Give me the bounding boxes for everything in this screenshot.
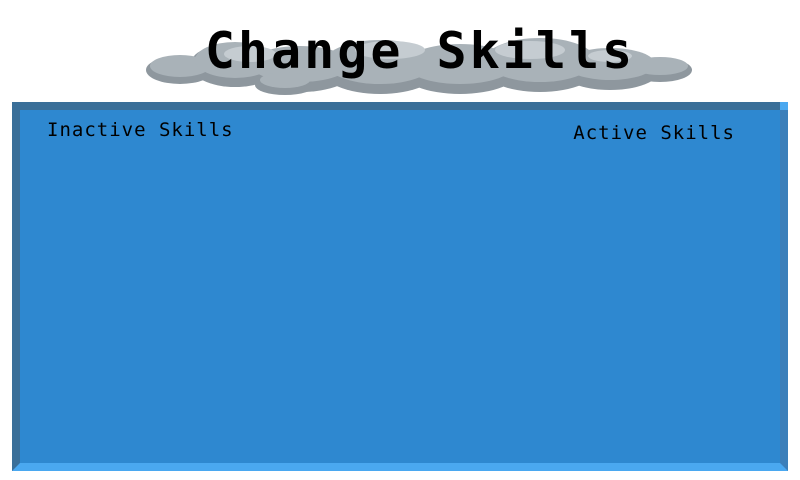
screen-title: Change Skills: [204, 22, 636, 80]
panel-corner: [780, 102, 788, 110]
active-skills-heading: Active Skills: [573, 122, 735, 144]
title-banner: Change Skills: [140, 10, 700, 105]
inactive-skills-heading: Inactive Skills: [47, 119, 234, 141]
skills-panel: Inactive Skills Active Skills: [12, 102, 788, 471]
